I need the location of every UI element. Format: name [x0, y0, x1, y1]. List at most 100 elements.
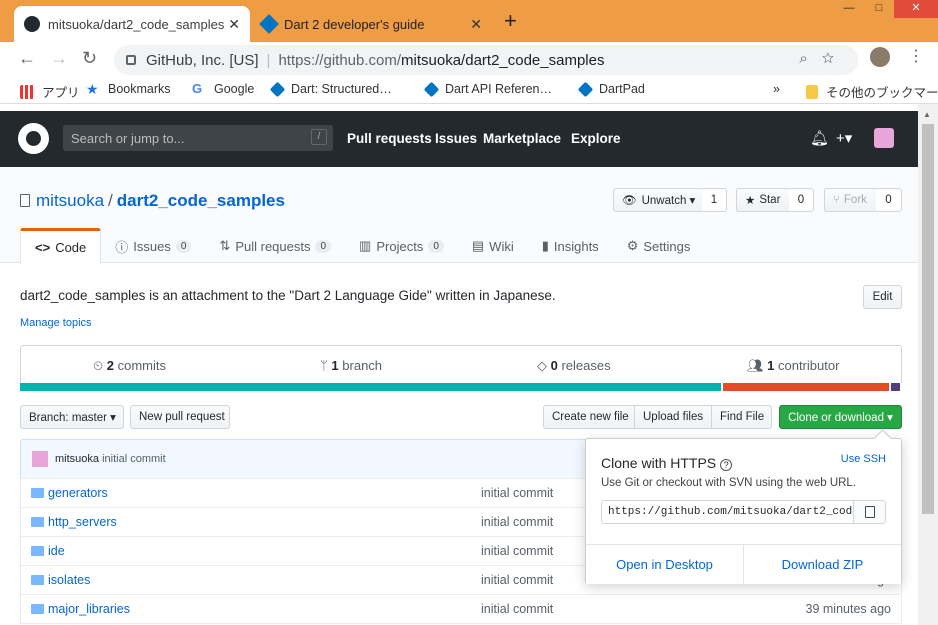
tab-projects[interactable]: ▥ Projects 0 — [345, 228, 458, 264]
user-avatar[interactable] — [874, 128, 894, 148]
eye-icon: 👁︎ — [622, 195, 637, 207]
repo-icon — [20, 194, 30, 207]
clone-or-download-button[interactable]: Clone or download ▾ — [779, 405, 902, 429]
bookmarks-overflow[interactable]: » — [773, 82, 780, 96]
file-age: 39 minutes ago — [805, 602, 891, 616]
commit-message[interactable]: initial commit — [102, 453, 166, 465]
unwatch-button[interactable]: 👁︎ Unwatch ▾ — [613, 188, 703, 212]
minimize-button[interactable]: — — [834, 0, 864, 18]
close-icon[interactable]: ✕ — [228, 16, 240, 33]
bookmark-apps[interactable]: アプリ — [20, 82, 80, 101]
copy-clipboard-button[interactable] — [853, 500, 886, 524]
file-commit-message[interactable]: initial commit — [481, 544, 553, 558]
find-file-button[interactable]: Find File — [711, 405, 772, 429]
tab-title: mitsuoka/dart2_code_samples — [48, 16, 225, 32]
menu-kebab-icon[interactable]: ⋮ — [908, 46, 924, 66]
tab-code[interactable]: <> Code — [20, 228, 102, 264]
page-scrollbar[interactable]: ▲ — [918, 104, 938, 625]
reload-icon[interactable]: ↻ — [82, 48, 97, 68]
watch-count[interactable]: 1 — [702, 188, 727, 212]
projects-count: 0 — [428, 239, 444, 253]
language-bar[interactable] — [20, 383, 902, 391]
file-name-link[interactable]: ide — [48, 544, 65, 558]
branch-select-button[interactable]: Branch: master ▾ — [20, 405, 124, 429]
bookmarks-bar: アプリ ★ Bookmarks G Google Dart: Structured…… — [0, 76, 938, 104]
upload-files-button[interactable]: Upload files — [634, 405, 712, 429]
language-segment[interactable] — [722, 383, 892, 391]
edit-description-button[interactable]: Edit — [863, 285, 902, 309]
clone-title: Clone with HTTPS? — [601, 455, 733, 471]
commit-author-avatar[interactable] — [32, 451, 48, 467]
contributors-link[interactable]: 👥︎ 1 contributor — [747, 358, 839, 374]
star-bookmark-icon[interactable]: ☆ — [822, 50, 848, 67]
bookmark-dart-api[interactable]: Dart API Referen… — [423, 81, 552, 97]
file-commit-message[interactable]: initial commit — [481, 486, 553, 500]
tab-pull-requests[interactable]: ⇅ Pull requests 0 — [205, 228, 345, 264]
nav-issues[interactable]: Issues — [435, 131, 477, 146]
pull-request-icon: ⇅ — [219, 238, 231, 253]
tab-issues[interactable]: ⓘ Issues 0 — [101, 228, 205, 264]
releases-link[interactable]: ◇ 0 releases — [537, 358, 611, 374]
window-close-button[interactable]: ✕ — [894, 0, 938, 18]
tab-settings[interactable]: ⚙︎ Settings — [613, 228, 705, 264]
file-name-link[interactable]: http_servers — [48, 515, 117, 529]
nav-pull-requests[interactable]: Pull requests — [347, 131, 432, 146]
plus-dropdown-icon[interactable]: +▾ — [836, 129, 852, 147]
github-search-input[interactable]: Search or jump to... / — [63, 125, 333, 151]
repo-owner-link[interactable]: mitsuoka — [36, 191, 104, 210]
language-segment[interactable] — [20, 383, 723, 391]
tab-dart-guide[interactable]: Dart 2 developer's guide ✕ — [252, 6, 492, 42]
commit-author[interactable]: mitsuoka — [55, 453, 99, 465]
nav-explore[interactable]: Explore — [571, 131, 621, 146]
file-name-link[interactable]: major_libraries — [48, 602, 130, 616]
bell-icon[interactable]: 🔔︎ — [810, 129, 829, 147]
language-segment[interactable] — [891, 383, 902, 391]
repo-nav: <> Code ⓘ Issues 0 ⇅ Pull requests 0 ▥ Project… — [20, 228, 704, 264]
zoom-icon[interactable]: ⌕ — [799, 50, 821, 67]
maximize-button[interactable]: □ — [864, 0, 894, 18]
tab-wiki[interactable]: ▤ Wiki — [458, 228, 528, 264]
bookmark-other[interactable]: その他のブックマーク — [806, 82, 938, 101]
scrollbar-thumb[interactable] — [922, 124, 934, 514]
repo-page: mitsuoka / dart2_code_samples 👁︎ Unwatch ▾ … — [0, 167, 918, 625]
bookmark-bookmarks[interactable]: ★ Bookmarks — [86, 82, 171, 96]
dart-icon — [269, 81, 286, 97]
fork-count[interactable]: 0 — [876, 188, 902, 212]
clone-url-input[interactable]: https://github.com/mitsuoka/dart2_code_s… — [601, 500, 854, 524]
close-icon[interactable]: ✕ — [470, 16, 482, 33]
branches-link[interactable]: ᛘ 1 branch — [320, 358, 382, 373]
new-tab-button[interactable]: + — [504, 9, 517, 33]
download-zip-button[interactable]: Download ZIP — [744, 545, 901, 584]
use-ssh-link[interactable]: Use SSH — [841, 453, 886, 465]
forward-icon[interactable]: → — [50, 48, 68, 68]
repo-name-link[interactable]: dart2_code_samples — [117, 191, 285, 210]
bookmark-dart-structured[interactable]: Dart: Structured… — [269, 81, 392, 97]
open-in-desktop-button[interactable]: Open in Desktop — [586, 545, 744, 584]
file-name-link[interactable]: isolates — [48, 573, 90, 587]
tab-insights[interactable]: ▮ Insights — [528, 228, 613, 264]
dart-favicon-icon — [259, 14, 279, 34]
tab-github-repo[interactable]: mitsuoka/dart2_code_samples ✕ — [14, 6, 250, 42]
book-icon: ▤ — [471, 238, 485, 253]
star-count[interactable]: 0 — [789, 188, 814, 212]
file-commit-message[interactable]: initial commit — [481, 515, 553, 529]
bookmark-dartpad[interactable]: DartPad — [577, 81, 645, 97]
clone-description: Use Git or checkout with SVN using the w… — [601, 477, 857, 489]
new-pull-request-button[interactable]: New pull request — [130, 405, 230, 429]
file-commit-message[interactable]: initial commit — [481, 602, 553, 616]
address-bar[interactable]: GitHub, Inc. [US] | https://github.com/m… — [114, 45, 858, 75]
profile-avatar[interactable] — [870, 47, 890, 67]
fork-button[interactable]: ⑂ Fork — [824, 188, 877, 212]
scroll-up-icon[interactable]: ▲ — [923, 110, 931, 119]
star-button[interactable]: ★ Star — [736, 188, 790, 212]
commits-link[interactable]: ⏲︎ 2 commits — [93, 358, 166, 374]
help-icon[interactable]: ? — [720, 459, 733, 471]
manage-topics-link[interactable]: Manage topics — [20, 317, 92, 329]
github-logo-icon[interactable] — [18, 123, 49, 154]
file-name-link[interactable]: generators — [48, 486, 108, 500]
back-icon[interactable]: ← — [18, 48, 36, 68]
nav-marketplace[interactable]: Marketplace — [483, 131, 561, 146]
bookmark-google[interactable]: G Google — [192, 82, 254, 97]
file-commit-message[interactable]: initial commit — [481, 573, 553, 587]
create-new-file-button[interactable]: Create new file — [543, 405, 635, 429]
